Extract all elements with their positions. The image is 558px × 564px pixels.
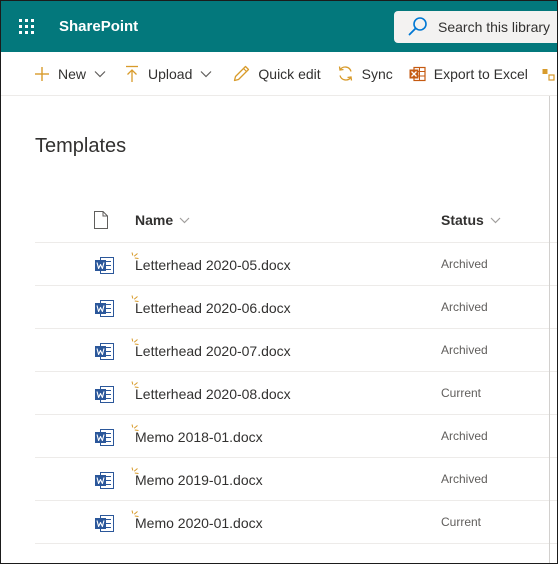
search-icon (408, 17, 427, 36)
list-header: Name Status (35, 199, 557, 243)
pencil-icon (234, 65, 250, 82)
sync-icon (338, 66, 352, 81)
file-name-link[interactable]: Memo 2018-01.docx (135, 429, 263, 445)
export-to-excel-label: Export to Excel (433, 65, 528, 82)
upload-arrow-icon (126, 65, 139, 82)
file-status: Archived (441, 429, 488, 443)
waffle-icon (19, 19, 34, 34)
list-item[interactable]: Memo 2018-01.docx Archived (35, 415, 557, 458)
command-bar: New Upload Quick edit Sync Export to Exc… (1, 52, 557, 96)
search-box[interactable]: Search this library (394, 11, 557, 43)
column-header-name[interactable]: Name (135, 212, 190, 228)
file-status: Archived (441, 300, 488, 314)
search-placeholder: Search this library (438, 19, 551, 35)
quick-edit-label: Quick edit (258, 65, 321, 82)
list-item[interactable]: Memo 2020-01.docx Current (35, 501, 557, 544)
word-file-icon (95, 343, 114, 360)
word-file-icon (95, 472, 114, 489)
word-file-icon (95, 386, 114, 403)
page-title: Templates (35, 135, 127, 157)
column-header-status-label: Status (441, 212, 484, 228)
word-file-icon (95, 515, 114, 532)
flow-icon (542, 68, 555, 81)
list-item[interactable]: Letterhead 2020-08.docx Current (35, 372, 557, 415)
column-header-status[interactable]: Status (441, 212, 501, 228)
file-name-link[interactable]: Letterhead 2020-05.docx (135, 257, 291, 273)
word-file-icon (95, 257, 114, 274)
chevron-down-icon (94, 70, 106, 77)
excel-icon (409, 66, 426, 81)
word-file-icon (95, 300, 114, 317)
app-brand-link[interactable]: SharePoint (59, 1, 138, 52)
word-file-icon (95, 429, 114, 446)
upload-label: Upload (148, 65, 193, 82)
list-rows: Letterhead 2020-05.docx Archived Letterh… (35, 243, 557, 544)
sync-label: Sync (361, 65, 393, 82)
overflow-command-button[interactable] (542, 52, 556, 96)
file-name-link[interactable]: Letterhead 2020-07.docx (135, 343, 291, 359)
list-item[interactable]: Letterhead 2020-05.docx Archived (35, 243, 557, 286)
file-name-link[interactable]: Letterhead 2020-06.docx (135, 300, 291, 316)
file-name-link[interactable]: Memo 2020-01.docx (135, 515, 263, 531)
new-button[interactable]: New (34, 52, 106, 96)
file-status: Current (441, 515, 482, 529)
list-item[interactable]: Letterhead 2020-07.docx Archived (35, 329, 557, 372)
list-item[interactable]: Memo 2019-01.docx Archived (35, 458, 557, 501)
chevron-down-icon (490, 217, 501, 223)
suite-bar: SharePoint Search this library (1, 1, 557, 52)
plus-icon (35, 66, 49, 81)
column-header-name-label: Name (135, 212, 174, 228)
file-status: Archived (441, 472, 488, 486)
list-item[interactable]: Letterhead 2020-06.docx Archived (35, 286, 557, 329)
document-list: Name Status Letterhead 2020-05.docx Arch… (35, 199, 557, 544)
chevron-down-icon (179, 217, 190, 223)
upload-button[interactable]: Upload (124, 52, 212, 96)
document-column-icon[interactable] (93, 211, 109, 229)
file-name-link[interactable]: Memo 2019-01.docx (135, 472, 263, 488)
chevron-down-icon (200, 70, 212, 77)
app-launcher-button[interactable] (1, 1, 52, 52)
new-label: New (58, 65, 87, 82)
pane-divider (549, 96, 550, 563)
file-status: Archived (441, 257, 488, 271)
quick-edit-button[interactable]: Quick edit (233, 52, 321, 96)
export-to-excel-button[interactable]: Export to Excel (409, 52, 528, 96)
sharepoint-window: SharePoint Search this library New Uploa… (0, 0, 558, 564)
file-status: Archived (441, 343, 488, 357)
file-status: Current (441, 386, 482, 400)
file-name-link[interactable]: Letterhead 2020-08.docx (135, 386, 291, 402)
sync-button[interactable]: Sync (337, 52, 393, 96)
